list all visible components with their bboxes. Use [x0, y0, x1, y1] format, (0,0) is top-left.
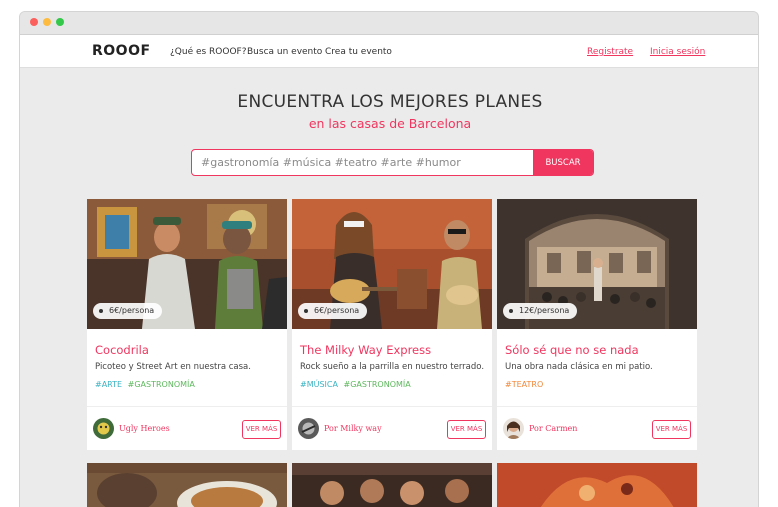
event-tags: #ARTE #GASTRONOMÍA	[95, 380, 198, 389]
card-footer: Ugly Heroes VER MÁS	[87, 406, 287, 450]
top-navbar: ROOOF ¿Qué es ROOOF? Busca un evento Cre…	[20, 35, 758, 68]
event-tags: #TEATRO	[505, 380, 546, 389]
host-name[interactable]: Por Carmen	[529, 424, 577, 433]
host-avatar[interactable]	[503, 418, 524, 439]
register-link[interactable]: Registrate	[587, 47, 633, 57]
price-badge: 6€/persona	[93, 303, 163, 319]
nav-link-que-es[interactable]: ¿Qué es ROOOF?	[170, 47, 247, 57]
event-photo[interactable]	[292, 463, 492, 507]
search-button[interactable]: BUSCAR	[533, 150, 593, 175]
nav-link-crea-evento[interactable]: Crea tu evento	[325, 47, 392, 57]
price-badge: 12€/persona	[503, 303, 578, 319]
ver-mas-button[interactable]: VER MÁS	[242, 420, 281, 439]
hero-subtitle: en las casas de Barcelona	[308, 116, 472, 131]
event-title[interactable]: Sólo sé que no se nada	[505, 343, 639, 357]
event-description: Picoteo y Street Art en nuestra casa.	[95, 362, 251, 372]
event-photo[interactable]	[497, 463, 697, 507]
tag-musica[interactable]: #MÚSICA	[300, 380, 338, 389]
event-title[interactable]: The Milky Way Express	[300, 343, 431, 357]
host-avatar[interactable]	[298, 418, 319, 439]
card-footer: Por Milky way VER MÁS	[292, 406, 492, 450]
card-footer: Por Carmen VER MÁS	[497, 406, 697, 450]
event-title[interactable]: Cocodrila	[95, 343, 149, 357]
event-card[interactable]: 12€/persona Sólo sé que no se nada Una o…	[497, 199, 697, 450]
host-name[interactable]: Por Milky way	[324, 424, 382, 433]
nav-link-busca-evento[interactable]: Busca un evento	[247, 47, 322, 57]
hero-title: ENCUENTRA LOS MEJORES PLANES	[237, 92, 543, 112]
tag-teatro[interactable]: #TEATRO	[505, 380, 543, 389]
search-input[interactable]	[192, 150, 534, 175]
login-link[interactable]: Inicia sesión	[650, 47, 705, 57]
ver-mas-button[interactable]: VER MÁS	[447, 420, 486, 439]
event-description: Rock sueño a la parrilla en nuestro terr…	[300, 362, 485, 372]
minimize-window-icon[interactable]	[43, 18, 51, 26]
search-bar: BUSCAR	[191, 149, 594, 176]
site-logo[interactable]: ROOOF	[92, 43, 151, 59]
event-card[interactable]: 6€/persona Cocodrila Picoteo y Street Ar…	[87, 199, 287, 450]
maximize-window-icon[interactable]	[56, 18, 64, 26]
tag-gastronomia[interactable]: #GASTRONOMÍA	[344, 380, 411, 389]
tag-gastronomia[interactable]: #GASTRONOMÍA	[128, 380, 195, 389]
host-name[interactable]: Ugly Heroes	[119, 424, 170, 433]
event-photo[interactable]: 12€/persona	[497, 199, 697, 329]
event-photo[interactable]	[87, 463, 287, 507]
browser-window: ROOOF ¿Qué es ROOOF? Busca un evento Cre…	[19, 11, 759, 507]
event-description: Una obra nada clásica en mi patio.	[505, 362, 653, 372]
event-card[interactable]: 6€/persona The Milky Way Express Rock su…	[292, 199, 492, 450]
price-badge: 6€/persona	[298, 303, 368, 319]
tag-arte[interactable]: #ARTE	[95, 380, 122, 389]
ver-mas-button[interactable]: VER MÁS	[652, 420, 691, 439]
window-titlebar	[20, 12, 758, 35]
event-photo[interactable]: 6€/persona	[292, 199, 492, 329]
close-window-icon[interactable]	[30, 18, 38, 26]
event-photo[interactable]: 6€/persona	[87, 199, 287, 329]
host-avatar[interactable]	[93, 418, 114, 439]
event-tags: #MÚSICA #GASTRONOMÍA	[300, 380, 414, 389]
